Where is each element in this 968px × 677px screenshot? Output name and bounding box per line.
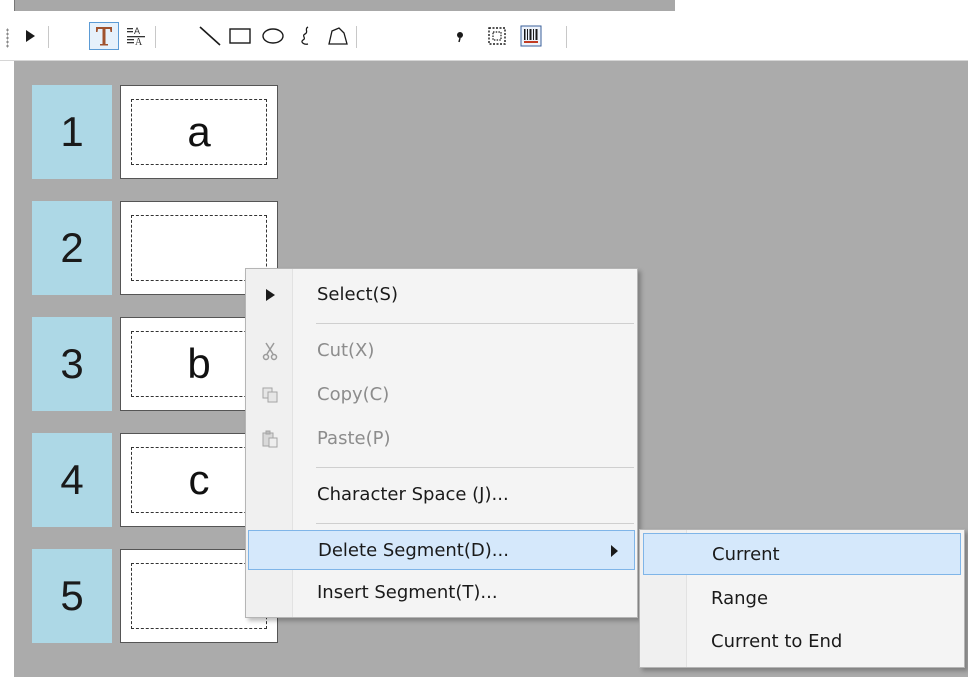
- barcode-icon: [520, 25, 542, 47]
- copy-icon: [262, 387, 278, 403]
- submenu-item-current-to-end[interactable]: Current to End: [643, 621, 961, 663]
- menu-item-label: Insert Segment(T)...: [317, 582, 498, 603]
- freehand-icon: [301, 26, 309, 45]
- barcode-tool-button[interactable]: [517, 22, 545, 50]
- delete-segment-submenu: Current Range Current to End: [639, 529, 965, 668]
- polygon-icon: [328, 27, 348, 45]
- pointer-icon: [266, 289, 275, 301]
- pointer-tool-button[interactable]: [16, 22, 44, 50]
- rectangle-icon: [229, 28, 251, 44]
- segment-box-1[interactable]: a: [120, 85, 278, 179]
- text-tool-button[interactable]: [89, 22, 119, 50]
- rectangle-tool-button[interactable]: [226, 22, 254, 50]
- submenu-item-label: Current to End: [711, 631, 843, 652]
- dot-tool-button[interactable]: [446, 22, 474, 50]
- dot-icon: [457, 32, 463, 43]
- submenu-item-range[interactable]: Range: [643, 578, 961, 620]
- segment-number-1: 1: [32, 85, 112, 179]
- menu-separator: [316, 523, 634, 524]
- top-strip-dark-panel: [14, 0, 675, 11]
- text-format-tool-button[interactable]: A A: [122, 22, 150, 50]
- submenu-item-label: Range: [711, 588, 769, 609]
- line-icon: [199, 26, 221, 46]
- toolbar-separator: [566, 26, 567, 48]
- segment-number-4: 4: [32, 433, 112, 527]
- menu-item-label: Cut(X): [317, 340, 375, 361]
- segment-number-3: 3: [32, 317, 112, 411]
- toolbar-grip-handle[interactable]: [6, 28, 9, 48]
- menu-item-label: Character Space (J)...: [317, 484, 509, 505]
- pointer-icon: [26, 30, 35, 42]
- menu-separator: [316, 467, 634, 468]
- toolbar-separator: [48, 26, 49, 48]
- text-format-icon: A A: [127, 26, 145, 47]
- menu-item-delete-segment[interactable]: Delete Segment(D)...: [248, 530, 635, 570]
- menu-item-copy[interactable]: Copy(C): [248, 375, 635, 415]
- menu-item-label: Paste(P): [317, 428, 391, 449]
- polygon-tool-button[interactable]: [324, 22, 352, 50]
- dotted-frame-icon: [488, 27, 506, 45]
- frame-tool-button[interactable]: [483, 22, 511, 50]
- menu-separator: [316, 323, 634, 324]
- toolbar-separator: [155, 26, 156, 48]
- top-strip: [0, 0, 968, 14]
- drawing-toolbar: A A: [0, 14, 968, 61]
- menu-item-insert-segment[interactable]: Insert Segment(T)...: [248, 573, 635, 613]
- menu-item-cut[interactable]: Cut(X): [248, 331, 635, 371]
- submenu-item-label: Current: [712, 544, 780, 565]
- segment-text-1[interactable]: a: [131, 99, 267, 165]
- segment-number-2: 2: [32, 201, 112, 295]
- ellipse-icon: [262, 28, 284, 44]
- context-menu: Select(S) Cut(X) Copy(C) Paste(P) Charac…: [245, 268, 638, 618]
- freehand-tool-button[interactable]: [292, 22, 320, 50]
- line-tool-button[interactable]: [196, 22, 224, 50]
- segment-number-5: 5: [32, 549, 112, 643]
- menu-item-select[interactable]: Select(S): [248, 275, 635, 315]
- submenu-item-current[interactable]: Current: [643, 533, 961, 575]
- toolbar-separator: [356, 26, 357, 48]
- menu-item-paste[interactable]: Paste(P): [248, 419, 635, 459]
- menu-item-label: Copy(C): [317, 384, 390, 405]
- scissors-icon: [262, 342, 278, 361]
- ellipse-tool-button[interactable]: [259, 22, 287, 50]
- svg-text:A: A: [135, 37, 143, 47]
- text-T-icon: [96, 27, 112, 46]
- submenu-arrow-icon: [611, 545, 618, 557]
- menu-item-label: Delete Segment(D)...: [318, 540, 509, 561]
- paste-icon: [262, 430, 278, 448]
- menu-item-label: Select(S): [317, 284, 398, 305]
- svg-text:A: A: [134, 26, 140, 36]
- menu-item-character-space[interactable]: Character Space (J)...: [248, 475, 635, 515]
